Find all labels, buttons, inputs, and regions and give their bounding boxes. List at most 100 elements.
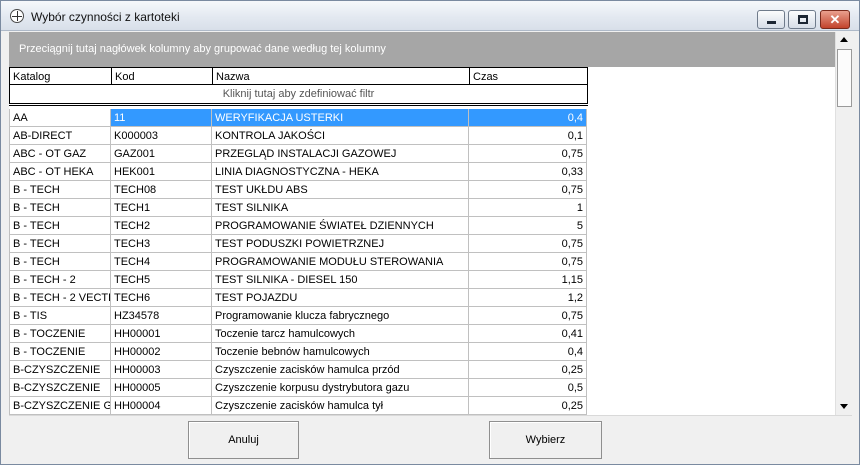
table-row[interactable]: B - TIS HZ34578 Programowanie klucza fabry… <box>9 307 588 325</box>
cell-czas: 1,15 <box>469 271 587 289</box>
cell-nazwa: Toczenie tarcz hamulcowych <box>212 325 469 343</box>
cell-czas: 0,75 <box>469 145 587 163</box>
scroll-down-button[interactable] <box>836 398 853 415</box>
cell-czas: 0,41 <box>469 325 587 343</box>
cell-katalog: ABC - OT HEKA <box>9 163 111 181</box>
table-row[interactable]: ABC - OT HEKA HEK001 LINIA DIAGNOSTYCZNA -… <box>9 163 588 181</box>
cell-katalog: AB-DIRECT <box>9 127 111 145</box>
column-header-nazwa[interactable]: Nazwa <box>213 68 470 85</box>
cell-kod: TECH6 <box>111 289 212 307</box>
table-row[interactable]: AB-DIRECT K000003 KONTROLA JAKOŚCI 0,1 <box>9 127 588 145</box>
app-icon <box>10 9 24 23</box>
cell-katalog: B - TECH - 2 VECTF <box>9 289 111 307</box>
cell-czas: 0,75 <box>469 235 587 253</box>
cell-kod: HH00005 <box>111 379 212 397</box>
cell-kod: TECH4 <box>111 253 212 271</box>
group-by-panel[interactable]: Przeciągnij tutaj nagłówek kolumny aby g… <box>9 32 835 67</box>
table-row[interactable]: B - TECH TECH2 PROGRAMOWANIE ŚWIATEŁ DZIEN… <box>9 217 588 235</box>
cell-kod: TECH2 <box>111 217 212 235</box>
choose-button[interactable]: Wybierz <box>489 421 602 459</box>
cell-czas: 0,75 <box>469 253 587 271</box>
data-grid: Katalog Kod Nazwa Czas Kliknij tutaj aby… <box>9 67 835 415</box>
cell-czas: 0,1 <box>469 127 587 145</box>
table-row[interactable]: B - TECH TECH3 TEST PODUSZKI POWIETRZNEJ 0,… <box>9 235 588 253</box>
cell-czas: 0,25 <box>469 361 587 379</box>
table-row[interactable]: B-CZYSZCZENIE HH00005 Czyszczenie korpusu … <box>9 379 588 397</box>
cell-kod: HZ34578 <box>111 307 212 325</box>
column-header-czas[interactable]: Czas <box>470 68 588 85</box>
maximize-button[interactable] <box>788 10 816 29</box>
dialog-window: Wybór czynności z kartoteki ✕ Przeciągni… <box>0 0 860 465</box>
cell-czas: 5 <box>469 217 587 235</box>
cell-katalog: AA <box>9 109 111 127</box>
column-header-kod[interactable]: Kod <box>112 68 213 85</box>
cell-katalog: B - TECH <box>9 181 111 199</box>
cell-nazwa: TEST POJAZDU <box>212 289 469 307</box>
cell-kod: HH00004 <box>111 397 212 415</box>
column-header-katalog[interactable]: Katalog <box>10 68 112 85</box>
filter-row[interactable]: Kliknij tutaj aby zdefiniować filtr <box>9 85 588 103</box>
cell-nazwa: PROGRAMOWANIE MODUŁU STEROWANIA <box>212 253 469 271</box>
cell-katalog: B-CZYSZCZENIE <box>9 361 111 379</box>
table-row[interactable]: AA 11 WERYFIKACJA USTERKI 0,4 <box>9 109 588 127</box>
cell-czas: 0,4 <box>469 343 587 361</box>
table-row[interactable]: B - TECH TECH1 TEST SILNIKA 1 <box>9 199 588 217</box>
table-row[interactable]: B-CZYSZCZENIE HH00003 Czyszczenie zacisków… <box>9 361 588 379</box>
table-row[interactable]: B-CZYSZCZENIE Ga HH00004 Czyszczenie zacis… <box>9 397 588 415</box>
table-row[interactable]: B - TOCZENIE HH00001 Toczenie tarcz hamulc… <box>9 325 588 343</box>
cell-katalog: B-CZYSZCZENIE Ga <box>9 397 111 415</box>
grid-rows: AA 11 WERYFIKACJA USTERKI 0,4 AB-DIRECT K0000… <box>9 109 588 415</box>
table-row[interactable]: B - TECH - 2 TECH5 TEST SILNIKA - DIESEL 1… <box>9 271 588 289</box>
vertical-scrollbar[interactable] <box>835 32 853 415</box>
cell-katalog: B - TECH - 2 <box>9 271 111 289</box>
table-row[interactable]: B - TOCZENIE HH00002 Toczenie bebnów hamul… <box>9 343 588 361</box>
cancel-button[interactable]: Anuluj <box>188 421 299 459</box>
cell-nazwa: PRZEGLĄD INSTALACJI GAZOWEJ <box>212 145 469 163</box>
button-bar: Anuluj Wybierz <box>9 415 852 459</box>
table-row[interactable]: B - TECH TECH4 PROGRAMOWANIE MODUŁU STEROW… <box>9 253 588 271</box>
cell-czas: 1 <box>469 199 587 217</box>
cell-katalog: B - TECH <box>9 235 111 253</box>
group-by-hint: Przeciągnij tutaj nagłówek kolumny aby g… <box>19 43 386 55</box>
close-button[interactable]: ✕ <box>820 10 850 29</box>
window-title: Wybór czynności z kartoteki <box>31 10 180 24</box>
cell-nazwa: Toczenie bebnów hamulcowych <box>212 343 469 361</box>
cell-katalog: B - TECH <box>9 199 111 217</box>
scroll-up-button[interactable] <box>836 32 853 49</box>
minimize-button[interactable] <box>757 10 785 29</box>
cell-kod: TECH08 <box>111 181 212 199</box>
table-row[interactable]: B - TECH - 2 VECTF TECH6 TEST POJAZDU 1,2 <box>9 289 588 307</box>
cell-kod: 11 <box>111 109 212 127</box>
table-row[interactable]: B - TECH TECH08 TEST UKŁDU ABS 0,75 <box>9 181 588 199</box>
cell-kod: GAZ001 <box>111 145 212 163</box>
cell-kod: TECH1 <box>111 199 212 217</box>
cell-czas: 0,75 <box>469 307 587 325</box>
cell-nazwa: WERYFIKACJA USTERKI <box>212 109 469 127</box>
cell-czas: 0,25 <box>469 397 587 415</box>
cell-nazwa: PROGRAMOWANIE ŚWIATEŁ DZIENNYCH <box>212 217 469 235</box>
cell-kod: HH00003 <box>111 361 212 379</box>
cell-nazwa: TEST SILNIKA - DIESEL 150 <box>212 271 469 289</box>
maximize-icon <box>798 15 808 24</box>
cell-nazwa: Czyszczenie korpusu dystrybutora gazu <box>212 379 469 397</box>
cell-katalog: B - TECH <box>9 253 111 271</box>
cell-katalog: ABC - OT GAZ <box>9 145 111 163</box>
close-icon: ✕ <box>829 12 841 27</box>
scrollbar-thumb[interactable] <box>837 49 852 107</box>
table-row[interactable]: ABC - OT GAZ GAZ001 PRZEGLĄD INSTALACJI GA… <box>9 145 588 163</box>
cell-czas: 1,2 <box>469 289 587 307</box>
arrow-up-icon <box>840 37 848 42</box>
cell-czas: 0,75 <box>469 181 587 199</box>
cell-nazwa: Czyszczenie zacisków hamulca tył <box>212 397 469 415</box>
cell-katalog: B - TOCZENIE <box>9 343 111 361</box>
cell-nazwa: TEST UKŁDU ABS <box>212 181 469 199</box>
cell-kod: HH00002 <box>111 343 212 361</box>
cell-czas: 0,5 <box>469 379 587 397</box>
cell-czas: 0,33 <box>469 163 587 181</box>
cell-katalog: B - TECH <box>9 217 111 235</box>
cell-nazwa: LINIA DIAGNOSTYCZNA - HEKA <box>212 163 469 181</box>
cell-kod: TECH5 <box>111 271 212 289</box>
title-bar[interactable]: Wybór czynności z kartoteki ✕ <box>1 1 859 31</box>
cell-kod: HEK001 <box>111 163 212 181</box>
cell-nazwa: Programowanie klucza fabrycznego <box>212 307 469 325</box>
